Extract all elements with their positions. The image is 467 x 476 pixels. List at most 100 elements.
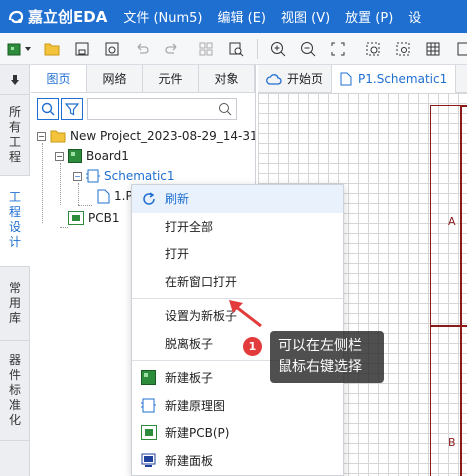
app-name: 嘉立创EDA bbox=[28, 8, 108, 26]
menu-item-label: 刷新 bbox=[165, 192, 190, 207]
tree-node-project[interactable]: − New Project_2023-08-29_14-31-05 bbox=[37, 126, 255, 146]
chevron-down-icon[interactable] bbox=[23, 39, 33, 59]
toolbar bbox=[0, 33, 467, 65]
tree-line bbox=[60, 227, 68, 228]
menu-item-label: 新建板子 bbox=[165, 371, 214, 386]
align-icon[interactable] bbox=[196, 39, 216, 59]
rail-tab-char: 所 bbox=[8, 105, 21, 119]
menu-item-open-all[interactable]: 打开全部 bbox=[132, 213, 343, 241]
menu-item-refresh[interactable]: 刷新 bbox=[132, 185, 343, 213]
rail-tab-char: 用 bbox=[8, 296, 21, 310]
menu-place[interactable]: 放置 (P) bbox=[345, 7, 393, 26]
tab-nets[interactable]: 网络 bbox=[87, 65, 143, 92]
document-tabs: 开始页 P1.Schematic1 bbox=[258, 64, 467, 93]
tree-project-label: New Project_2023-08-29_14-31-05 bbox=[70, 129, 255, 143]
toolbar-separator bbox=[257, 39, 258, 59]
collapse-icon[interactable]: − bbox=[37, 131, 46, 141]
tab-objects[interactable]: 对象 bbox=[199, 65, 255, 92]
magnifier-icon[interactable] bbox=[218, 102, 232, 116]
rail-tab-char: 计 bbox=[8, 235, 21, 249]
annotation-callout: 可以在左侧栏 鼠标右键选择 bbox=[270, 331, 384, 383]
tree-line bbox=[78, 183, 79, 205]
menu-edit[interactable]: 编辑 (E) bbox=[218, 7, 267, 26]
menu-item-label: 新建PCB(P) bbox=[165, 426, 230, 441]
schematic-icon bbox=[141, 398, 156, 412]
toolbar-more-icon[interactable] bbox=[452, 39, 467, 59]
open-folder-icon[interactable] bbox=[42, 39, 62, 59]
save-all-icon[interactable] bbox=[102, 39, 122, 59]
panel-icon bbox=[141, 453, 156, 467]
menu-bar: 文件 (Num5) 编辑 (E) 视图 (V) 放置 (P) 设 bbox=[123, 7, 436, 26]
menu-item-new-pcb[interactable]: 新建PCB(P) bbox=[132, 419, 343, 447]
menu-settings[interactable]: 设 bbox=[408, 7, 421, 26]
new-board-icon[interactable] bbox=[5, 39, 25, 59]
tab-start-page[interactable]: 开始页 bbox=[258, 64, 333, 93]
rail-tab-char: 设 bbox=[8, 220, 21, 234]
menu-item-label: 打开全部 bbox=[165, 219, 214, 234]
title-bar: 嘉立创EDA 文件 (Num5) 编辑 (E) 视图 (V) 放置 (P) 设 bbox=[0, 0, 467, 33]
menu-view[interactable]: 视图 (V) bbox=[281, 7, 330, 26]
menu-item-open[interactable]: 打开 bbox=[132, 240, 343, 268]
zoom-in-icon[interactable] bbox=[268, 39, 288, 59]
app-logo[interactable]: 嘉立创EDA bbox=[7, 6, 107, 27]
annotation-badge: 1 bbox=[243, 337, 262, 356]
tree-node-schematic[interactable]: − Schematic1 bbox=[73, 166, 175, 186]
menu-item-label: 新建原理图 bbox=[165, 398, 226, 413]
annotation-line: 可以在左侧栏 bbox=[278, 338, 362, 354]
rail-tab-char: 件 bbox=[8, 368, 21, 382]
tree-node-pcb[interactable]: PCB1 bbox=[68, 208, 119, 228]
board-icon bbox=[68, 149, 82, 163]
tab-schematic-page[interactable]: P1.Schematic1 bbox=[332, 64, 457, 93]
rail-tab-char: 常 bbox=[8, 281, 21, 295]
menu-item-label: 打开 bbox=[165, 247, 190, 262]
rail-tab-component-standardization[interactable]: 器 件 标 准 化 bbox=[0, 341, 30, 441]
menu-item-label: 脱离板子 bbox=[165, 336, 214, 351]
zoom-selection-icon[interactable] bbox=[363, 39, 383, 59]
rail-tab-all-projects[interactable]: 所 有 工 程 bbox=[0, 95, 30, 176]
logo-icon bbox=[8, 10, 24, 23]
rail-tab-common-library[interactable]: 常 用 库 bbox=[0, 267, 30, 341]
rail-tab-char: 标 bbox=[8, 383, 21, 397]
zoom-out-icon[interactable] bbox=[298, 39, 318, 59]
menu-item-open-new-window[interactable]: 在新窗口打开 bbox=[132, 268, 343, 296]
rail-tab-char: 器 bbox=[8, 353, 21, 367]
rail-tab-char: 库 bbox=[8, 311, 21, 325]
menu-item-new-panel[interactable]: 新建面板 bbox=[132, 447, 343, 475]
tab-components[interactable]: 元件 bbox=[143, 65, 199, 92]
collapse-icon[interactable]: − bbox=[55, 151, 64, 161]
rail-tab-char: 有 bbox=[8, 120, 21, 134]
tree-node-board[interactable]: − Board1 bbox=[55, 146, 129, 166]
pin-icon[interactable] bbox=[0, 65, 29, 95]
schematic-icon bbox=[86, 169, 100, 183]
fit-all-icon[interactable] bbox=[328, 39, 348, 59]
search-mode-button[interactable] bbox=[37, 98, 59, 120]
filter-button[interactable] bbox=[61, 98, 83, 120]
search-icon bbox=[41, 102, 55, 116]
tree-line bbox=[42, 143, 43, 223]
rail-tab-char: 工 bbox=[8, 190, 21, 204]
collapse-icon[interactable]: − bbox=[73, 171, 82, 181]
page-icon bbox=[340, 72, 352, 85]
context-menu: 刷新 打开全部 打开 在新窗口打开 设置为新板子 脱离板子 新建板子 新建原理图… bbox=[131, 184, 344, 476]
rail-tab-char: 工 bbox=[8, 135, 21, 149]
tab-schematic-page-label: P1.Schematic1 bbox=[358, 71, 448, 86]
find-icon[interactable] bbox=[226, 39, 246, 59]
search-row bbox=[31, 93, 255, 125]
board-icon bbox=[141, 370, 156, 385]
grid-icon[interactable] bbox=[423, 39, 443, 59]
redo-icon[interactable] bbox=[162, 39, 182, 59]
save-icon[interactable] bbox=[72, 39, 92, 59]
menu-item-label: 新建面板 bbox=[165, 453, 214, 468]
tree-schematic-label: Schematic1 bbox=[104, 169, 175, 183]
menu-item-label: 在新窗口打开 bbox=[165, 274, 238, 289]
search-input[interactable] bbox=[88, 99, 208, 119]
rail-tab-project-design[interactable]: 工 程 设 计 bbox=[0, 176, 30, 267]
zoom-area-icon[interactable] bbox=[393, 39, 413, 59]
frame-divider bbox=[430, 325, 467, 327]
undo-icon[interactable] bbox=[132, 39, 152, 59]
tree-line bbox=[78, 205, 92, 206]
pcb-icon bbox=[68, 211, 84, 225]
tab-pages[interactable]: 图页 bbox=[31, 65, 87, 92]
menu-item-new-schematic[interactable]: 新建原理图 bbox=[132, 392, 343, 420]
menu-file[interactable]: 文件 (Num5) bbox=[123, 7, 202, 26]
